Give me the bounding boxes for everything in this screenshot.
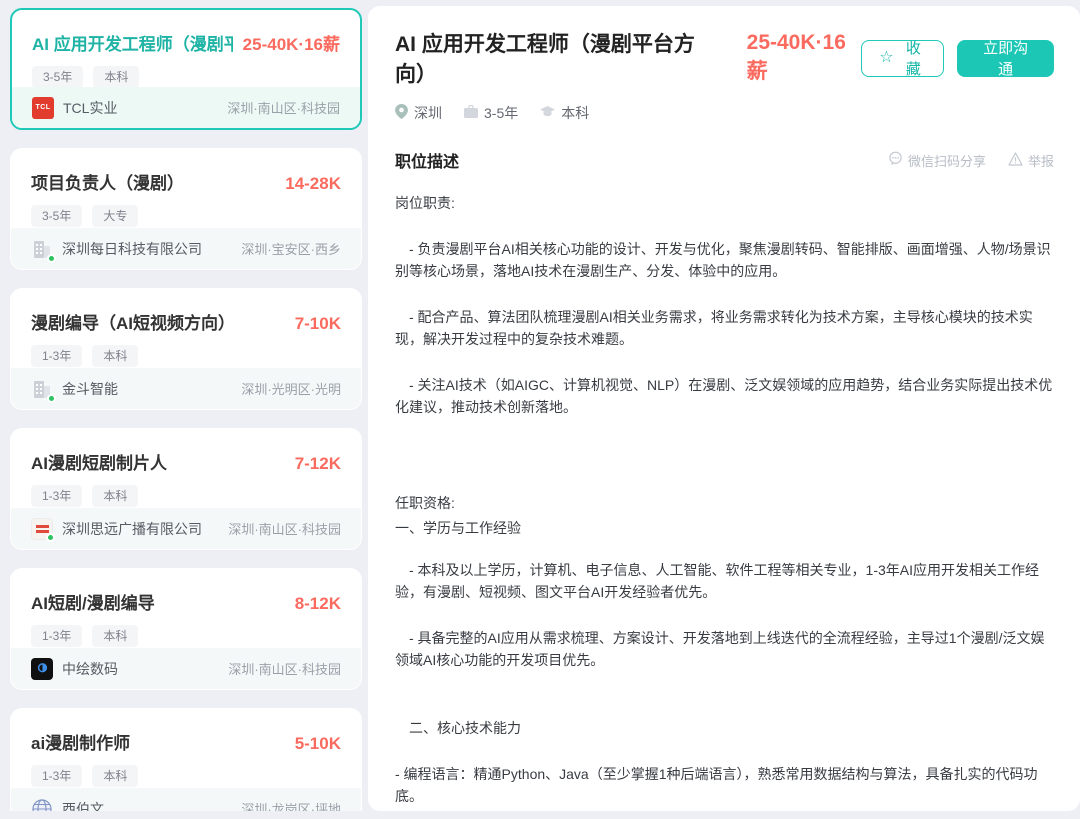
company-name: 深圳每日科技有限公司 [62, 239, 241, 259]
education-tag: 本科 [93, 66, 139, 88]
company-name: 西伯文 [62, 799, 241, 812]
briefcase-icon [464, 105, 478, 121]
desc-paragraph: - 本科及以上学历，计算机、电子信息、人工智能、软件工程等相关专业，1-3年AI… [395, 559, 1054, 603]
company-name: 深圳思远广播有限公司 [62, 519, 228, 539]
company-location: 深圳·宝安区·西乡 [241, 239, 341, 258]
desc-paragraph: - 负责漫剧平台AI相关核心功能的设计、开发与优化，聚焦漫剧转码、智能排版、画面… [395, 238, 1054, 282]
job-card[interactable]: AI漫剧短剧制片人 7-12K 1-3年 本科 深圳思远广播有限公司 深圳·南山… [10, 428, 362, 550]
job-card[interactable]: ai漫剧制作师 5-10K 1-3年 本科 西伯文 深圳·龙岗区·坪地 [10, 708, 362, 811]
location-pin-icon [395, 104, 408, 122]
education-tag: 本科 [92, 485, 138, 507]
job-salary: 7-10K [295, 314, 341, 334]
education-meta: 本科 [540, 103, 589, 123]
desc-paragraph: 岗位职责: [395, 192, 1054, 214]
company-name: TCL实业 [63, 98, 227, 118]
job-card[interactable]: 项目负责人（漫剧） 14-28K 3-5年 大专 深圳每日科技有限公司 深圳·宝… [10, 148, 362, 270]
experience-tag: 1-3年 [31, 485, 82, 507]
job-title: 漫剧编导（AI短视频方向） [31, 309, 285, 334]
globe-icon [31, 798, 53, 812]
report-warning-icon [1008, 152, 1023, 169]
job-salary: 7-12K [295, 454, 341, 474]
job-card[interactable]: AI短剧/漫剧编导 8-12K 1-3年 本科 中绘数码 深圳·南山区·科技园 [10, 568, 362, 690]
experience-tag: 3-5年 [31, 205, 82, 227]
company-location: 深圳·光明区·光明 [241, 379, 341, 398]
online-status-dot [46, 533, 55, 542]
company-logo-zhonghui [31, 658, 53, 680]
education-tag: 本科 [92, 345, 138, 367]
job-salary: 14-28K [285, 174, 341, 194]
education-tag: 本科 [92, 765, 138, 787]
experience-tag: 3-5年 [32, 66, 83, 88]
job-title: 项目负责人（漫剧） [31, 169, 275, 194]
wechat-share-icon [888, 151, 903, 169]
building-icon [31, 238, 53, 260]
online-status-dot [47, 394, 56, 403]
job-salary: 25-40K·16薪 [243, 30, 340, 55]
company-logo-siyuan [31, 518, 53, 540]
building-icon [31, 378, 53, 400]
desc-paragraph: 二、核心技术能力 [395, 717, 1054, 739]
company-name: 中绘数码 [62, 659, 228, 679]
job-card[interactable]: 漫剧编导（AI短视频方向） 7-10K 1-3年 本科 金斗智能 深圳·光明区·… [10, 288, 362, 410]
detail-salary: 25-40K·16薪 [747, 31, 862, 85]
company-location: 深圳·南山区·科技园 [228, 659, 341, 678]
chat-now-button[interactable]: 立即沟通 [957, 40, 1054, 77]
desc-paragraph: - 编程语言：精通Python、Java（至少掌握1种后端语言），熟悉常用数据结… [395, 763, 1054, 807]
city-meta: 深圳 [395, 103, 442, 123]
desc-paragraph: - 具备完整的AI应用从需求梳理、方案设计、开发落地到上线迭代的全流程经验，主导… [395, 627, 1054, 671]
desc-paragraph: - 关注AI技术（如AIGC、计算机视觉、NLP）在漫剧、泛文娱领域的应用趋势，… [395, 374, 1054, 418]
company-name: 金斗智能 [62, 379, 241, 399]
experience-tag: 1-3年 [31, 345, 82, 367]
job-title: ai漫剧制作师 [31, 729, 285, 754]
experience-tag: 1-3年 [31, 625, 82, 647]
graduation-cap-icon [540, 105, 555, 121]
job-salary: 5-10K [295, 734, 341, 754]
education-tag: 大专 [92, 205, 138, 227]
company-location: 深圳·龙岗区·坪地 [241, 799, 341, 811]
job-title: AI漫剧短剧制片人 [31, 449, 285, 474]
page-title: AI 应用开发工程师（漫剧平台方向） [395, 28, 721, 88]
company-location: 深圳·南山区·科技园 [228, 519, 341, 538]
desc-paragraph: - 配合产品、算法团队梳理漫剧AI相关业务需求，将业务需求转化为技术方案，主导核… [395, 306, 1054, 350]
desc-paragraph: 任职资格: [395, 492, 1054, 514]
job-card[interactable]: AI 应用开发工程师（漫剧平... 25-40K·16薪 3-5年 本科 TCL… [10, 8, 362, 130]
company-logo-tcl: TCL [32, 97, 54, 119]
favorite-button[interactable]: ☆ 收藏 [861, 40, 944, 77]
star-icon: ☆ [879, 50, 893, 66]
section-title-job-description: 职位描述 [395, 148, 459, 172]
desc-paragraph: 一、学历与工作经验 [395, 517, 1054, 539]
job-list: AI 应用开发工程师（漫剧平... 25-40K·16薪 3-5年 本科 TCL… [10, 8, 362, 811]
job-title: AI短剧/漫剧编导 [31, 589, 285, 614]
job-meta-row: 深圳 3-5年 本科 [395, 103, 1054, 123]
job-description-body: 岗位职责: - 负责漫剧平台AI相关核心功能的设计、开发与优化，聚焦漫剧转码、智… [395, 192, 1054, 811]
wechat-share-link[interactable]: 微信扫码分享 [888, 151, 986, 170]
online-status-dot [47, 254, 56, 263]
education-tag: 本科 [92, 625, 138, 647]
job-title: AI 应用开发工程师（漫剧平... [32, 30, 233, 55]
company-location: 深圳·南山区·科技园 [227, 98, 340, 117]
job-detail-panel: AI 应用开发工程师（漫剧平台方向） 25-40K·16薪 ☆ 收藏 立即沟通 … [368, 6, 1080, 811]
experience-tag: 1-3年 [31, 765, 82, 787]
job-salary: 8-12K [295, 594, 341, 614]
report-link[interactable]: 举报 [1008, 151, 1054, 170]
experience-meta: 3-5年 [464, 103, 518, 123]
